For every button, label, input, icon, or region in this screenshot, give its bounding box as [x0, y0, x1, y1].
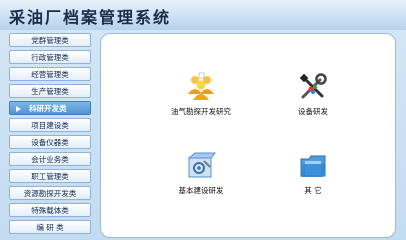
- sidebar-item-production[interactable]: 生产管理类: [9, 84, 91, 98]
- main-content-panel: 油气勘探开发研究 设备研发 基本建设研发 其 它: [100, 33, 396, 238]
- sidebar-item-label: 行政管理类: [31, 53, 69, 62]
- sidebar-item-label: 经营管理类: [31, 70, 69, 79]
- sidebar-item-project[interactable]: 项目建设类: [9, 118, 91, 132]
- tools-icon: [298, 72, 328, 102]
- tile-construction-research[interactable]: 基本建设研发: [156, 151, 246, 201]
- arrow-right-icon: [16, 106, 21, 112]
- sidebar-item-resources[interactable]: 资源勘探开发类: [9, 186, 91, 200]
- tile-other[interactable]: 其 它: [268, 151, 358, 201]
- sidebar-nav: 党群管理类 行政管理类 经营管理类 生产管理类 科研开发类 项目建设类 设备仪器…: [9, 33, 94, 238]
- sidebar-item-label: 科研开发类: [29, 104, 67, 113]
- sidebar-item-research[interactable]: 科研开发类: [9, 101, 91, 115]
- sidebar-item-label: 生产管理类: [31, 87, 69, 96]
- sidebar-item-business[interactable]: 经营管理类: [9, 67, 91, 81]
- tile-equipment-development[interactable]: 设备研发: [268, 72, 358, 122]
- blueprint-icon: [186, 151, 217, 181]
- sidebar-item-label: 特殊载体类: [31, 206, 69, 215]
- sidebar-item-special-media[interactable]: 特殊载体类: [9, 203, 91, 217]
- sidebar-item-label: 设备仪器类: [31, 138, 69, 147]
- sidebar-item-label: 编 研 类: [36, 223, 64, 232]
- sidebar-item-administration[interactable]: 行政管理类: [9, 50, 91, 64]
- team-icon: [186, 72, 216, 102]
- title-bar: 采油厂档案管理系统: [0, 0, 406, 30]
- tile-exploration-research[interactable]: 油气勘探开发研究: [156, 72, 246, 122]
- sidebar-item-equipment[interactable]: 设备仪器类: [9, 135, 91, 149]
- sidebar-item-label: 资源勘探开发类: [23, 189, 77, 198]
- sidebar-item-compilation[interactable]: 编 研 类: [9, 220, 91, 234]
- sidebar-item-label: 职工管理类: [31, 172, 69, 181]
- sidebar-item-label: 项目建设类: [31, 121, 69, 130]
- tile-label: 油气勘探开发研究: [171, 107, 231, 116]
- sidebar-item-staff[interactable]: 职工管理类: [9, 169, 91, 183]
- tile-label: 其 它: [304, 186, 322, 195]
- sidebar-item-label: 党群管理类: [31, 36, 69, 45]
- tile-label: 设备研发: [298, 107, 328, 116]
- app-title: 采油厂档案管理系统: [9, 8, 172, 27]
- sidebar-item-label: 会计业务类: [31, 155, 69, 164]
- tile-label: 基本建设研发: [178, 186, 224, 195]
- sidebar-item-accounting[interactable]: 会计业务类: [9, 152, 91, 166]
- sidebar-item-party[interactable]: 党群管理类: [9, 33, 91, 47]
- folder-icon: [298, 151, 328, 181]
